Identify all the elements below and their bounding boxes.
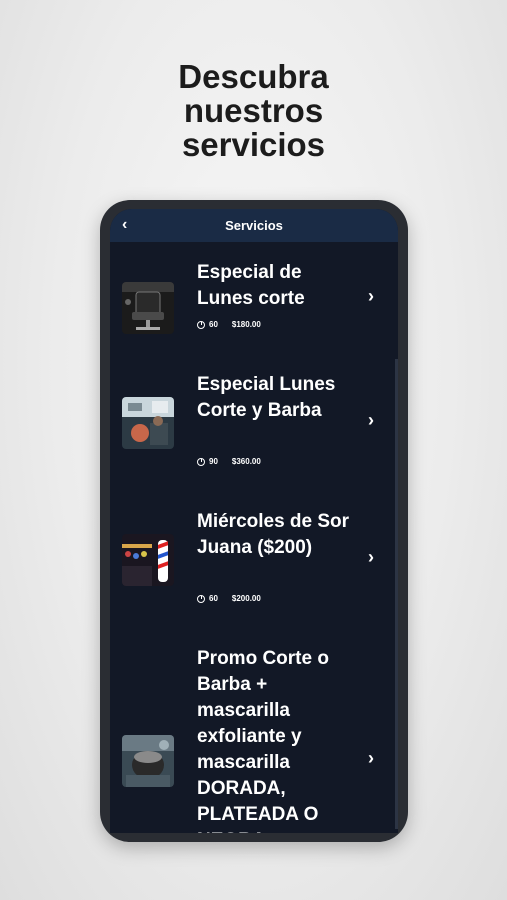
barber-pole-photo-icon	[122, 534, 174, 586]
chevron-right-icon[interactable]: ›	[368, 748, 374, 769]
clock-icon	[197, 320, 205, 329]
service-price: $180.00	[231, 320, 261, 329]
service-name: Especial de Lunes corte	[197, 262, 305, 309]
service-name: Especial Lunes Corte y Barba	[197, 374, 336, 421]
chevron-right-icon[interactable]: ›	[368, 547, 374, 568]
service-duration: 90	[209, 457, 218, 466]
service-meta: 90 $360.00	[197, 457, 261, 466]
service-name: Miércoles de Sor Juana ($200)	[197, 511, 350, 558]
clock-icon	[197, 457, 205, 466]
headline-line-3: servicios	[181, 126, 326, 163]
promo-headline: Descubra nuestros servicios	[0, 60, 507, 162]
service-duration: 60	[209, 594, 218, 603]
chevron-right-icon[interactable]: ›	[368, 410, 374, 431]
service-price: $200.00	[231, 594, 261, 603]
service-meta: 60 $180.00	[197, 320, 261, 329]
service-name: Promo Corte o Barba + mascarilla exfolia…	[197, 648, 329, 833]
barbershop-photo-icon	[122, 397, 174, 449]
clock-icon	[197, 594, 205, 603]
service-thumbnail	[122, 282, 174, 334]
service-price: $360.00	[231, 457, 261, 466]
service-thumbnail	[122, 534, 174, 586]
barber-chair-photo-icon	[122, 282, 174, 334]
chevron-right-icon[interactable]: ›	[368, 286, 374, 307]
headline-line-2: nuestros	[183, 92, 324, 129]
scrollbar[interactable]	[395, 359, 398, 829]
service-duration: 60	[209, 320, 218, 329]
back-chevron-icon[interactable]: ‹	[122, 216, 127, 234]
app-bar: ‹ Servicios	[110, 209, 398, 242]
face-mask-photo-icon	[122, 735, 174, 787]
service-thumbnail	[122, 735, 174, 787]
app-screen: ‹ Servicios Especial de Lunes corte 60 $…	[110, 209, 398, 833]
service-meta: 60 $200.00	[197, 594, 261, 603]
headline-line-1: Descubra	[178, 58, 329, 95]
service-thumbnail	[122, 397, 174, 449]
phone-frame: ‹ Servicios Especial de Lunes corte 60 $…	[100, 200, 408, 842]
page-title: Servicios	[225, 218, 283, 233]
